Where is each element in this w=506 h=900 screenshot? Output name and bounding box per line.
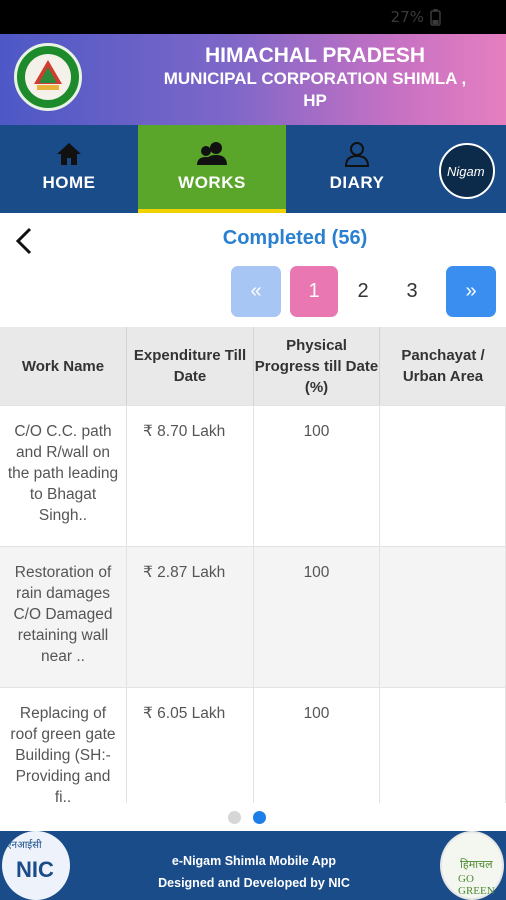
table-row[interactable]: Replacing of roof green gate Building (S… [0, 687, 506, 803]
home-icon [57, 143, 81, 165]
table-header: Work Name Expenditure Till Date Physical… [0, 327, 506, 405]
progress-cell: 100 [254, 406, 380, 547]
page-dot-active[interactable] [253, 811, 266, 824]
expenditure-cell: ₹ 8.70 Lakh [127, 406, 254, 547]
nav-home-tab[interactable]: HOME [0, 125, 138, 213]
go-green-text: GO GREEN [458, 873, 495, 897]
footer-line-2: Designed and Developed by NIC [158, 876, 350, 890]
pagination-page-3[interactable]: 3 [392, 266, 432, 317]
nav-diary-tab[interactable]: DIARY [286, 125, 428, 213]
work-name-cell: Replacing of roof green gate Building (S… [0, 688, 127, 803]
footer-line-1: e-Nigam Shimla Mobile App [171, 854, 337, 868]
work-name-cell: Restoration of rain damages C/O Damaged … [0, 547, 127, 688]
page-heading: Completed (56) [222, 227, 368, 249]
area-cell [380, 406, 506, 547]
column-header: Expenditure Till Date [127, 327, 254, 405]
table-body[interactable]: C/O C.C. path and R/wall on the path lea… [0, 405, 506, 803]
app-header: HIMACHAL PRADESH MUNICIPAL CORPORATION S… [0, 34, 506, 125]
pagination-page-2[interactable]: 2 [343, 266, 383, 317]
work-name-cell: C/O C.C. path and R/wall on the path lea… [0, 406, 127, 547]
column-header: Panchayat / Urban Area [401, 347, 485, 385]
go-green-logo: हिमाचल GO GREEN [440, 831, 504, 900]
title-line-3: HP [303, 91, 327, 110]
battery-icon [430, 9, 441, 26]
pagination-prev-button[interactable]: « [231, 266, 281, 317]
page-dot[interactable] [228, 811, 241, 824]
back-arrow-icon[interactable] [8, 224, 42, 258]
column-header: Work Name [0, 327, 127, 405]
progress-cell: 100 [254, 688, 380, 803]
main-navigation: HOME WORKS DIARY [0, 125, 506, 213]
nic-logo: एनआईसी NIC [2, 831, 70, 900]
nic-logo-text: NIC [16, 857, 54, 882]
nav-works-tab[interactable]: WORKS [138, 125, 286, 213]
pagination-page-1[interactable]: 1 [290, 266, 338, 317]
table-row[interactable]: Restoration of rain damages C/O Damaged … [0, 546, 506, 688]
nav-diary-label: DIARY [329, 173, 385, 192]
corporation-emblem-logo [14, 43, 82, 111]
enigam-logo-text: Nigam [447, 164, 485, 179]
nic-logo-hindi: एनआईसी [6, 840, 42, 851]
page-indicator [0, 810, 506, 826]
footer-credits: e-Nigam Shimla Mobile App Designed and D… [120, 850, 388, 894]
go-green-hindi: हिमाचल [460, 859, 493, 871]
title-line-2: MUNICIPAL CORPORATION SHIMLA , [163, 69, 467, 88]
area-cell [380, 547, 506, 688]
nav-works-label: WORKS [178, 173, 246, 192]
table-row[interactable]: C/O C.C. path and R/wall on the path lea… [0, 405, 506, 547]
expenditure-cell: ₹ 6.05 Lakh [127, 688, 254, 803]
progress-cell: 100 [254, 547, 380, 688]
area-cell [380, 688, 506, 803]
nav-home-label: HOME [42, 173, 96, 192]
column-header: Physical Progress till Date (%) [254, 327, 380, 405]
expenditure-cell: ₹ 2.87 Lakh [127, 547, 254, 688]
group-icon [197, 142, 227, 165]
header-title: HIMACHAL PRADESH MUNICIPAL CORPORATION S… [125, 44, 505, 112]
app-footer: एनआईसी NIC e-Nigam Shimla Mobile App Des… [0, 831, 506, 900]
title-line-1: HIMACHAL PRADESH [204, 44, 426, 67]
status-bar: 27% [0, 0, 506, 34]
pagination-next-button[interactable]: » [446, 266, 496, 317]
enigam-logo[interactable]: Nigam [439, 143, 495, 199]
battery-level: 27% [390, 8, 424, 26]
person-icon [344, 142, 370, 167]
